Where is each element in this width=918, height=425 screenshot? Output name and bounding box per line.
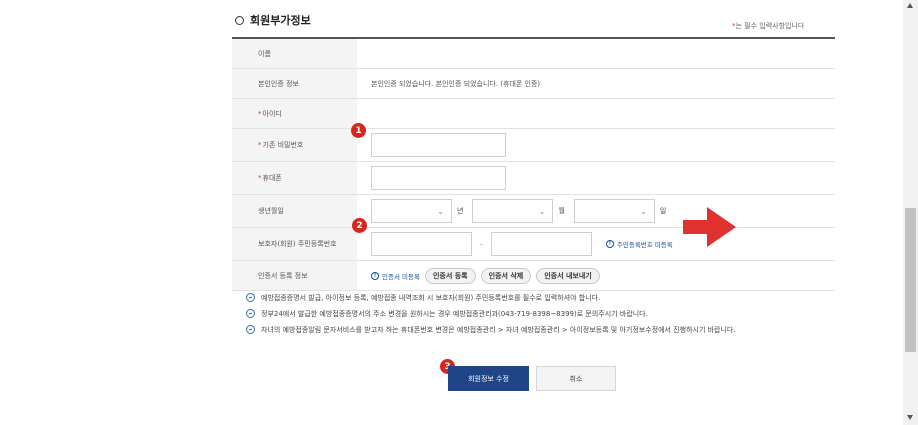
scroll-up-arrow-icon[interactable] <box>907 3 913 8</box>
birth-year-select[interactable]: ⌄ <box>371 199 452 223</box>
name-label: 이름 <box>232 39 357 68</box>
chevron-down-icon: ⌄ <box>437 206 444 216</box>
section-title-text: 회원부가정보 <box>250 14 311 27</box>
row-birthdate: 생년월일 ⌄ 년 ⌄ 월 ⌄ 일 <box>232 195 835 228</box>
notice-list: 예방접종증명서 발급, 아이정보 등록, 예방접종 내역조회 시 보호자(회원)… <box>246 293 836 341</box>
identity-value: 본인인증 되었습니다. 본인인증 되었습니다. (휴대폰 인증) <box>371 79 541 88</box>
mobile-input[interactable] <box>371 166 506 190</box>
scrollbar-thumb[interactable] <box>905 208 916 352</box>
rrn-back-input[interactable] <box>490 232 592 256</box>
birth-month-select[interactable]: ⌄ <box>472 199 554 223</box>
rrn-front-input[interactable] <box>371 232 472 256</box>
row-user-id: * 아이디 <box>232 99 835 129</box>
row-name: 이름 <box>232 39 835 69</box>
notice-item: 예방접종증명서 발급, 아이정보 등록, 예방접종 내역조회 시 보호자(회원)… <box>246 293 836 303</box>
rrn-unregistered-link[interactable]: ! 주민등록번호 미등록 <box>605 239 673 249</box>
annotation-badge-2: 2 <box>352 218 367 233</box>
speech-bubble-icon <box>246 293 255 302</box>
identity-label: 본인인증 정보 <box>232 69 357 98</box>
red-arrow-icon <box>683 207 736 247</box>
row-certificate: 인증서 등록 정보 ! 인증서 미등록 인증서 등록 인증서 삭제 인증서 내보… <box>232 261 835 291</box>
chevron-down-icon: ⌄ <box>538 206 546 216</box>
row-guardian-rrn: 보호자(회원) 주민등록번호 - ! 주민등록번호 미등록 <box>232 228 835 261</box>
vertical-scrollbar[interactable] <box>903 0 918 425</box>
mobile-label: * 휴대폰 <box>232 162 357 194</box>
birth-day-select[interactable]: ⌄ <box>573 199 655 223</box>
year-unit: 년 <box>457 207 464 215</box>
month-unit: 월 <box>558 207 565 215</box>
name-value <box>357 39 835 68</box>
row-identity: 본인인증 정보 본인인증 되었습니다. 본인인증 되었습니다. (휴대폰 인증) <box>232 69 835 99</box>
day-unit: 일 <box>659 207 667 215</box>
certificate-delete-button[interactable]: 인증서 삭제 <box>480 267 532 284</box>
guardian-rrn-label: 보호자(회원) 주민등록번호 <box>232 228 357 260</box>
rrn-dash: - <box>480 239 483 249</box>
certificate-status: ! 인증서 미등록 <box>371 271 420 281</box>
required-note: *는 필수 입력사항입니다 <box>732 22 805 30</box>
circle-bullet-icon <box>235 15 244 25</box>
chevron-down-icon: ⌄ <box>640 206 647 216</box>
scroll-down-arrow-icon[interactable] <box>907 415 913 420</box>
row-mobile: * 휴대폰 <box>232 162 835 195</box>
user-id-label: * 아이디 <box>232 99 357 128</box>
update-member-info-button[interactable]: 회원정보 수정 <box>448 366 529 391</box>
current-password-input[interactable] <box>371 133 506 157</box>
row-current-password: * 기존 비밀번호 <box>232 129 835 162</box>
annotation-badge-1: 1 <box>351 123 366 138</box>
certificate-export-button[interactable]: 인증서 내보내기 <box>536 267 600 284</box>
current-password-label: * 기존 비밀번호 <box>232 129 357 161</box>
speech-bubble-icon <box>246 325 255 334</box>
notice-item: 자녀의 예방접종알림 문자서비스를 받고자 하는 휴대폰번호 변경은 예방접종관… <box>246 325 836 335</box>
cancel-button[interactable]: 취소 <box>536 366 616 391</box>
info-icon: ! <box>605 240 614 248</box>
certificate-label: 인증서 등록 정보 <box>232 261 357 290</box>
member-info-form: 이름 본인인증 정보 본인인증 되었습니다. 본인인증 되었습니다. (휴대폰 … <box>232 37 835 291</box>
user-id-value <box>357 99 835 128</box>
info-icon: ! <box>371 271 379 280</box>
speech-bubble-icon <box>246 309 255 318</box>
section-title: 회원부가정보 <box>235 12 311 28</box>
certificate-register-button[interactable]: 인증서 등록 <box>424 267 476 284</box>
birthdate-label: 생년월일 <box>232 195 357 227</box>
notice-item: 정부24에서 발급한 예방접종증명서의 주소 변경을 원하시는 경우 예방접종관… <box>246 309 836 319</box>
